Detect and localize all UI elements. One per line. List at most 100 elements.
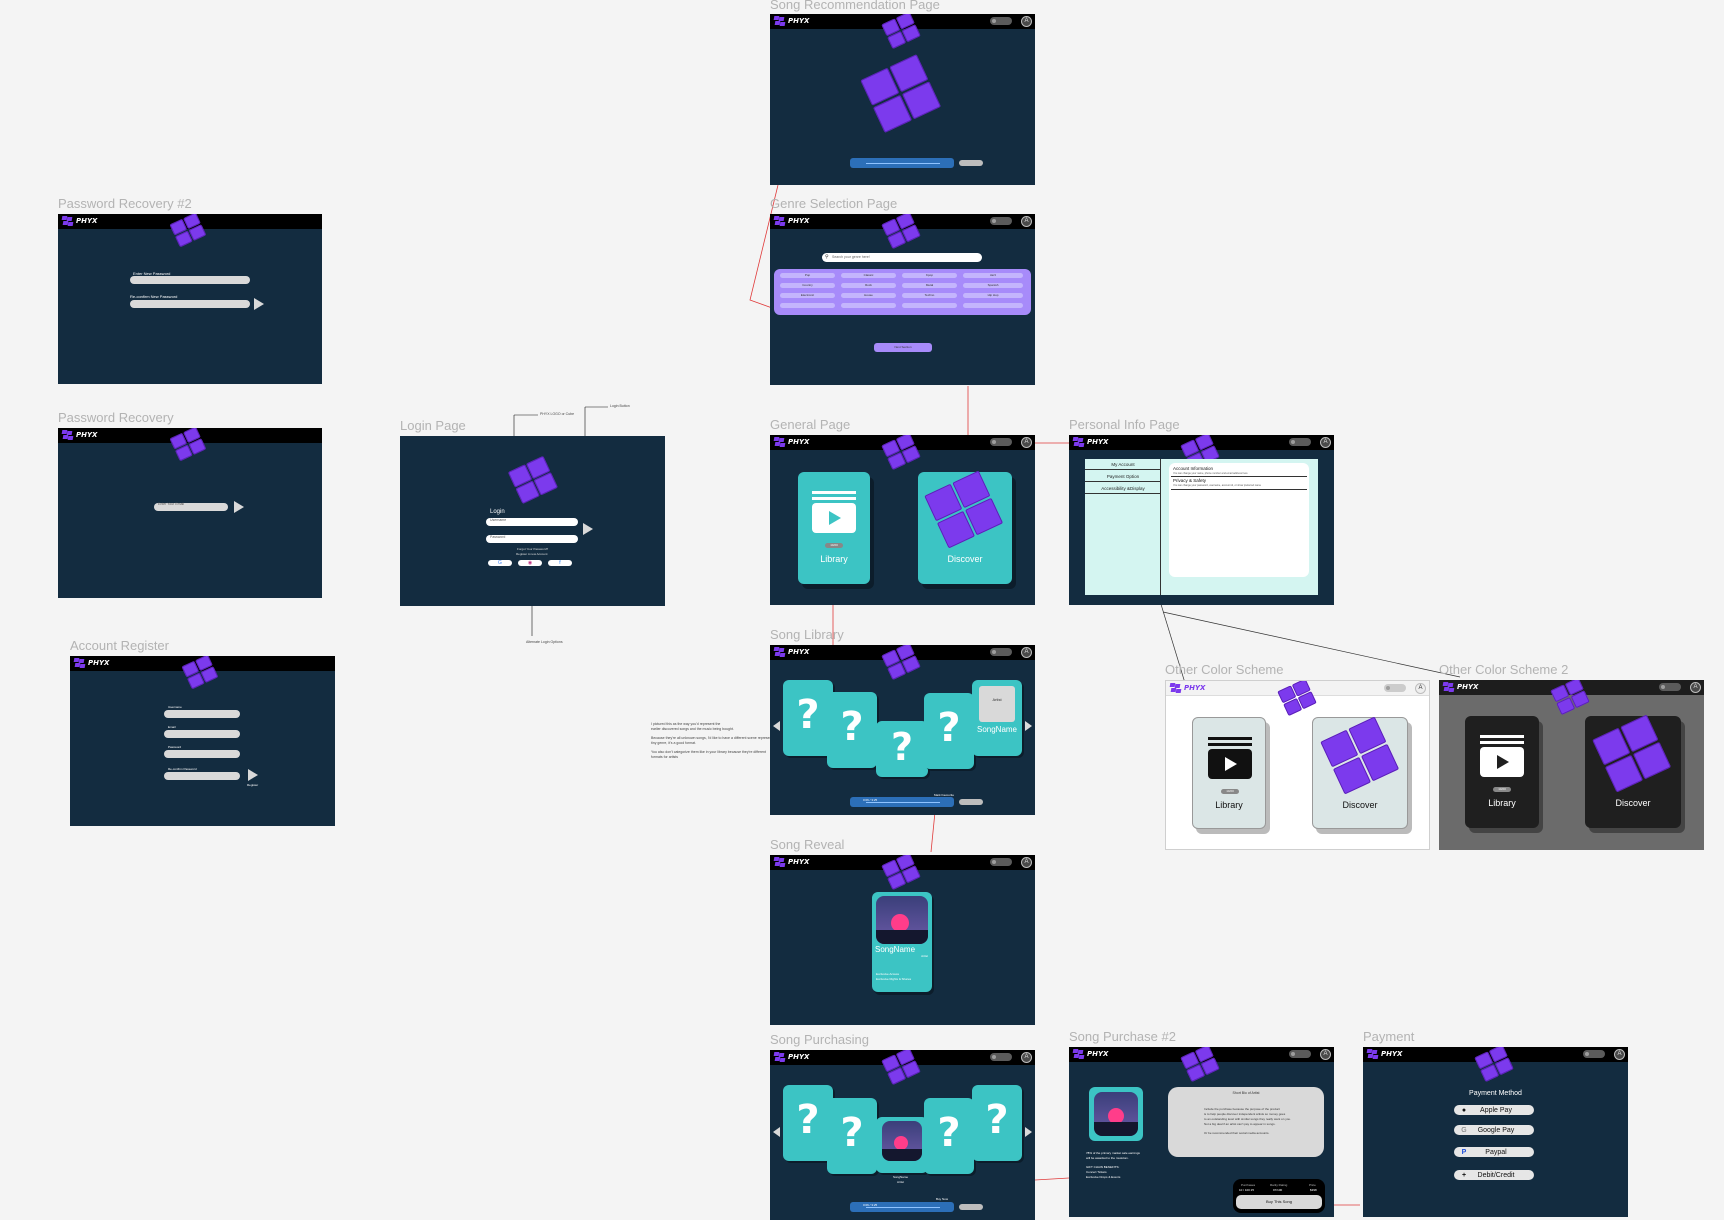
selected-song-card[interactable] bbox=[876, 1117, 928, 1173]
brand-logo[interactable]: PHYX bbox=[773, 216, 809, 226]
profile-avatar-icon[interactable]: A bbox=[1021, 437, 1032, 448]
mystery-song-card[interactable]: ? bbox=[827, 1098, 877, 1174]
brand-logo[interactable]: PHYX bbox=[773, 16, 809, 26]
theme-toggle[interactable] bbox=[990, 17, 1012, 25]
genre-chip[interactable]: House bbox=[841, 293, 896, 298]
profile-avatar-icon[interactable]: A bbox=[1021, 647, 1032, 658]
submit-arrow-button[interactable] bbox=[254, 298, 264, 310]
profile-avatar-icon[interactable]: A bbox=[1021, 1052, 1032, 1063]
profile-avatar-icon[interactable]: A bbox=[1021, 16, 1032, 27]
genre-chip[interactable]: Classic bbox=[841, 273, 896, 278]
profile-avatar-icon[interactable]: A bbox=[1415, 683, 1426, 694]
theme-toggle[interactable] bbox=[1289, 438, 1311, 446]
mystery-song-card[interactable]: ? bbox=[972, 1085, 1022, 1161]
genre-chip[interactable]: Jazz bbox=[963, 273, 1023, 278]
theme-toggle[interactable] bbox=[1659, 683, 1681, 691]
genre-chip[interactable]: Rock bbox=[841, 283, 896, 288]
forgot-password-link[interactable]: Forgot Your Password? bbox=[517, 547, 548, 551]
theme-toggle[interactable] bbox=[990, 648, 1012, 656]
music-player-bar[interactable] bbox=[850, 158, 954, 168]
buy-song-button[interactable]: Buy This Song bbox=[1236, 1195, 1322, 1209]
genre-chip[interactable] bbox=[963, 303, 1023, 308]
mystery-song-card[interactable]: ? bbox=[924, 693, 974, 769]
carousel-next-icon[interactable] bbox=[1025, 721, 1032, 731]
profile-avatar-icon[interactable]: A bbox=[1021, 857, 1032, 868]
brand-logo[interactable]: PHYX bbox=[773, 1052, 809, 1062]
register-password-input[interactable] bbox=[164, 750, 240, 758]
mystery-song-card[interactable]: ? bbox=[827, 692, 877, 768]
email-input[interactable]: Enter Your Email bbox=[154, 502, 228, 511]
account-info-heading[interactable]: Account Information bbox=[1173, 466, 1213, 471]
next-section-button[interactable]: Next Section bbox=[874, 343, 932, 352]
mystery-song-card[interactable]: ? bbox=[924, 1098, 974, 1174]
share-pill[interactable] bbox=[959, 1204, 983, 1210]
debit-credit-button[interactable]: + Debit/Credit bbox=[1454, 1170, 1534, 1180]
genre-chip[interactable]: Country bbox=[780, 283, 835, 288]
theme-toggle[interactable] bbox=[1384, 684, 1406, 692]
google-login-icon[interactable]: G bbox=[488, 560, 512, 566]
library-card[interactable]: 10/20 Library bbox=[798, 472, 870, 584]
buy-now-link[interactable]: Buy Now bbox=[936, 1197, 948, 1201]
menu-payment-option[interactable]: Payment Option bbox=[1085, 471, 1161, 482]
login-arrow-button[interactable] bbox=[583, 523, 593, 535]
google-pay-button[interactable]: G Google Pay bbox=[1454, 1125, 1534, 1135]
instagram-login-icon[interactable]: ◉ bbox=[518, 560, 542, 566]
genre-chip[interactable]: Hip Hop bbox=[963, 293, 1023, 298]
volume-pill[interactable] bbox=[959, 160, 983, 166]
revealed-song-card[interactable]: SongName Artist Exclusive Access Exclusi… bbox=[872, 892, 932, 992]
carousel-prev-icon[interactable] bbox=[773, 721, 780, 731]
genre-chip[interactable] bbox=[780, 303, 835, 308]
apple-pay-button[interactable]: ● Apple Pay bbox=[1454, 1105, 1534, 1115]
new-password-input[interactable] bbox=[130, 276, 250, 284]
register-arrow-button[interactable] bbox=[248, 769, 258, 781]
register-email-input[interactable] bbox=[164, 730, 240, 738]
brand-logo[interactable]: PHYX bbox=[1072, 437, 1108, 447]
privacy-heading[interactable]: Privacy & Safety bbox=[1173, 478, 1206, 483]
username-input[interactable]: Username bbox=[486, 518, 578, 526]
profile-avatar-icon[interactable]: A bbox=[1021, 216, 1032, 227]
favourite-label[interactable]: Mark Favourite bbox=[934, 793, 954, 797]
confirm-password-input[interactable] bbox=[130, 300, 250, 308]
menu-my-account[interactable]: My Account bbox=[1085, 459, 1161, 470]
brand-logo[interactable]: PHYX bbox=[1072, 1049, 1108, 1059]
discover-card[interactable]: Discover bbox=[918, 470, 1012, 584]
genre-chip[interactable]: Electronic bbox=[780, 293, 835, 298]
genre-chip[interactable]: Techno bbox=[902, 293, 957, 298]
mystery-song-card[interactable]: ? bbox=[783, 1085, 833, 1161]
library-card[interactable]: 10/20 Library bbox=[1465, 716, 1539, 828]
brand-logo[interactable]: PHYX bbox=[1169, 683, 1205, 693]
brand-logo[interactable]: PHYX bbox=[773, 647, 809, 657]
genre-chip[interactable]: Spanish bbox=[963, 283, 1023, 288]
mystery-song-card[interactable]: ? bbox=[783, 680, 833, 756]
genre-chip[interactable] bbox=[841, 303, 896, 308]
genre-chip[interactable]: Pop bbox=[780, 273, 835, 278]
carousel-prev-icon[interactable] bbox=[773, 1127, 780, 1137]
paypal-button[interactable]: P Paypal bbox=[1454, 1147, 1534, 1157]
theme-toggle[interactable] bbox=[990, 438, 1012, 446]
library-card[interactable]: 10/20 Library bbox=[1192, 717, 1266, 829]
carousel-next-icon[interactable] bbox=[1025, 1127, 1032, 1137]
theme-toggle[interactable] bbox=[1289, 1050, 1311, 1058]
discover-card[interactable]: Discover bbox=[1312, 716, 1408, 829]
profile-avatar-icon[interactable]: A bbox=[1320, 1049, 1331, 1060]
register-link[interactable]: Register A new Account bbox=[516, 552, 548, 556]
facebook-login-icon[interactable]: f bbox=[548, 560, 572, 566]
brand-logo[interactable]: PHYX bbox=[61, 216, 97, 226]
profile-avatar-icon[interactable]: A bbox=[1320, 437, 1331, 448]
revealed-song-card[interactable]: Artist SongName bbox=[972, 680, 1022, 756]
genre-chip[interactable]: Kpop bbox=[902, 273, 957, 278]
theme-toggle[interactable] bbox=[990, 858, 1012, 866]
genre-search-input[interactable]: ⚲ Search your genre here! bbox=[822, 253, 982, 262]
password-input[interactable]: Password bbox=[486, 535, 578, 543]
brand-logo[interactable]: PHYX bbox=[773, 437, 809, 447]
menu-accessibility[interactable]: Accessibility &Display bbox=[1085, 483, 1161, 494]
discover-card[interactable]: Discover bbox=[1585, 714, 1681, 828]
genre-chip[interactable]: Metal bbox=[902, 283, 957, 288]
big-cube-icon[interactable] bbox=[860, 53, 943, 134]
theme-toggle[interactable] bbox=[1583, 1050, 1605, 1058]
register-confirm-input[interactable] bbox=[164, 772, 240, 780]
mystery-song-card[interactable]: ? bbox=[876, 721, 928, 777]
share-pill[interactable] bbox=[959, 799, 983, 805]
theme-toggle[interactable] bbox=[990, 217, 1012, 225]
profile-avatar-icon[interactable]: A bbox=[1614, 1049, 1625, 1060]
